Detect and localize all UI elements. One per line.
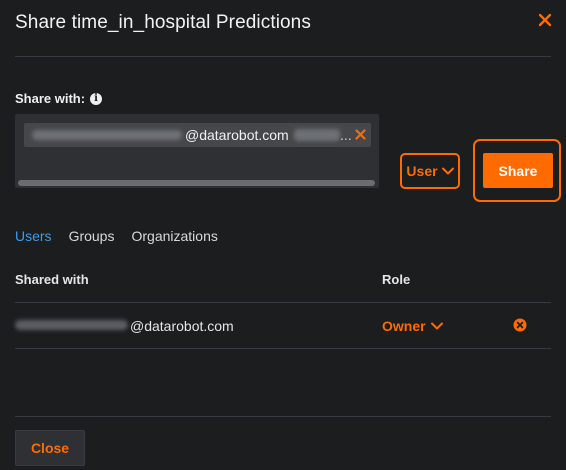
- table-header-divider: [15, 302, 551, 303]
- tab-organizations[interactable]: Organizations: [131, 228, 217, 244]
- role-select-value: User: [406, 163, 438, 179]
- share-with-label: Share with: i: [15, 91, 103, 106]
- tab-groups[interactable]: Groups: [69, 228, 115, 244]
- column-header-shared-with: Shared with: [15, 272, 89, 287]
- recipient-chip: @datarobot.com ...: [24, 123, 371, 147]
- column-header-role: Role: [382, 272, 411, 287]
- share-with-text: Share with:: [15, 91, 86, 106]
- chevron-down-icon: [441, 167, 454, 175]
- remove-recipient-icon[interactable]: [355, 129, 366, 140]
- info-icon[interactable]: i: [90, 92, 103, 105]
- redacted-user-name: [15, 320, 128, 330]
- remove-user-icon[interactable]: [513, 318, 527, 332]
- chevron-down-icon: [430, 322, 443, 330]
- redacted-email: [32, 130, 182, 140]
- chip-ellipsis: ...: [340, 127, 352, 143]
- role-select[interactable]: User: [400, 153, 460, 189]
- row-role-value: Owner: [382, 318, 426, 334]
- share-tabs: Users Groups Organizations: [15, 228, 218, 244]
- close-button[interactable]: Close: [15, 430, 85, 466]
- redacted-email-2: [294, 129, 340, 141]
- dialog-title: Share time_in_hospital Predictions: [15, 12, 311, 33]
- close-icon[interactable]: [538, 13, 552, 27]
- horizontal-scrollbar[interactable]: [18, 180, 375, 186]
- header-divider: [15, 56, 551, 57]
- row-role-select[interactable]: Owner: [382, 318, 443, 334]
- row-email-domain: @datarobot.com: [130, 318, 234, 334]
- table-row-divider: [15, 348, 551, 349]
- share-with-input[interactable]: @datarobot.com ...: [15, 114, 379, 188]
- footer-divider: [15, 416, 551, 417]
- share-button[interactable]: Share: [483, 153, 553, 188]
- chip-email-domain: @datarobot.com: [185, 127, 289, 143]
- tab-users[interactable]: Users: [15, 228, 52, 244]
